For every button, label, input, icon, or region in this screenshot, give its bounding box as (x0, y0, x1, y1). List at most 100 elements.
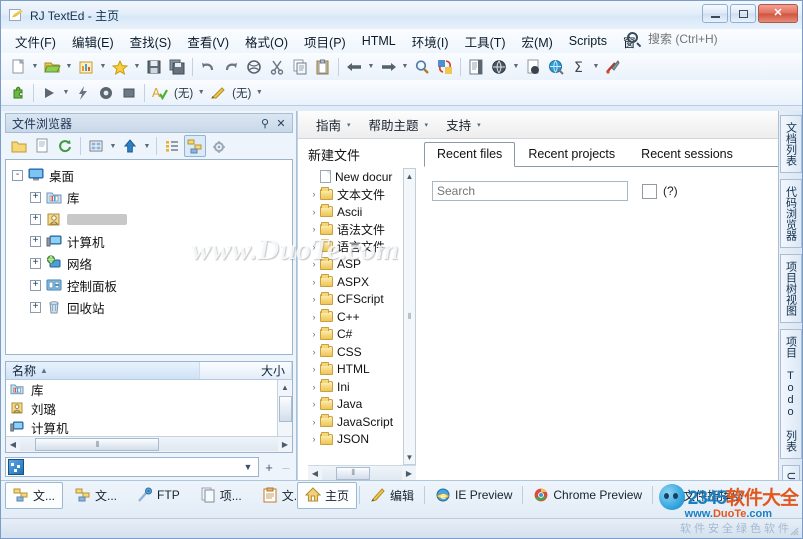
tree-node-recycle-bin[interactable]: + 回收站 (6, 296, 292, 318)
expand-arrow-icon[interactable]: › (308, 294, 320, 304)
web-preview-dropdown-icon[interactable]: ▼ (511, 56, 521, 78)
scroll-right-icon[interactable]: ▶ (278, 440, 292, 449)
add-path-button[interactable]: + (262, 460, 276, 475)
column-header-name[interactable]: 名称 ▲ (6, 362, 200, 379)
file-list-rows[interactable]: 库 刘璐 计算机 (6, 380, 277, 436)
cut-button[interactable] (266, 56, 288, 78)
expand-arrow-icon[interactable]: › (308, 364, 320, 374)
list-item[interactable]: › Ascii (308, 203, 403, 221)
expand-arrow-icon[interactable]: › (308, 329, 320, 339)
support-menu[interactable]: 支持 ▾ (438, 112, 489, 137)
scroll-left-icon[interactable]: ◀ (6, 440, 20, 449)
list-item[interactable]: › CSS (308, 343, 403, 361)
new-file-list[interactable]: New docur › 文本文件 › Ascii › 语法文件 › 语言文件 › ASP … (308, 168, 403, 465)
spellcheck-dropdown-icon[interactable]: ▼ (196, 82, 206, 104)
list-item[interactable]: › Ini (308, 378, 403, 396)
stop-macro-button[interactable] (118, 82, 140, 104)
new-page-button[interactable] (31, 135, 53, 157)
tab-recent-files[interactable]: Recent files (424, 142, 516, 167)
bottom-tab-chrome-preview[interactable]: Chrome Preview (525, 482, 650, 508)
tree-node-library[interactable]: + 库 (6, 186, 292, 208)
find-button[interactable] (411, 56, 433, 78)
highlighter-button[interactable] (207, 82, 229, 104)
close-button[interactable]: ✕ (758, 4, 798, 23)
resize-grip-icon[interactable] (787, 524, 799, 536)
column-header-size[interactable]: 大小 (200, 362, 292, 379)
run-dropdown-icon[interactable]: ▼ (61, 82, 71, 104)
expand-arrow-icon[interactable]: › (308, 242, 320, 252)
bottom-tab-file-browser-2[interactable]: 文... (67, 482, 125, 509)
list-item[interactable]: › C++ (308, 308, 403, 326)
menu-html[interactable]: HTML (354, 31, 404, 51)
view-grid-dropdown-icon[interactable]: ▼ (108, 135, 118, 157)
list-item[interactable]: › ASPX (308, 273, 403, 291)
save-all-button[interactable] (166, 56, 188, 78)
expand-arrow-icon[interactable]: › (308, 382, 320, 392)
list-item[interactable]: › Java (308, 396, 403, 414)
list-item[interactable]: 刘璐 (6, 399, 277, 418)
gear-icon-button[interactable] (207, 135, 229, 157)
reload-button[interactable] (243, 56, 265, 78)
new-file-dropdown-icon[interactable]: ▼ (30, 56, 40, 78)
scroll-thumb[interactable]: ⦀ (408, 183, 412, 450)
new-file-button[interactable] (7, 56, 29, 78)
paste-button[interactable] (312, 56, 334, 78)
expand-arrow-icon[interactable]: › (308, 417, 320, 427)
tab-recent-projects[interactable]: Recent projects (515, 142, 628, 166)
menu-environment[interactable]: 环境(I) (404, 29, 457, 54)
favorites-button[interactable] (109, 56, 131, 78)
bottom-tab-edit[interactable]: 编辑 (362, 482, 422, 509)
expander-icon[interactable]: + (30, 279, 41, 291)
open-file-dropdown-icon[interactable]: ▼ (64, 56, 74, 78)
back-button[interactable] (343, 56, 365, 78)
expander-icon[interactable]: + (30, 235, 41, 247)
scroll-thumb[interactable]: ⦀ (336, 466, 370, 480)
file-list-vertical-scrollbar[interactable]: ▲ (277, 380, 292, 436)
list-item[interactable]: › 语法文件 (308, 221, 403, 239)
recent-search-input[interactable] (432, 181, 628, 201)
scroll-down-icon[interactable]: ▼ (406, 450, 414, 464)
up-level-dropdown-icon[interactable]: ▼ (142, 135, 152, 157)
up-level-button[interactable] (119, 135, 141, 157)
browser-button[interactable] (545, 56, 567, 78)
list-item[interactable]: New docur (308, 168, 403, 186)
run-button[interactable] (38, 82, 60, 104)
plugin-puzzle-button[interactable] (7, 82, 29, 104)
scroll-thumb[interactable]: ⦀ (35, 438, 160, 451)
page-preview-button[interactable] (522, 56, 544, 78)
file-list-horizontal-scrollbar[interactable]: ◀ ⦀ ▶ (6, 436, 292, 452)
forward-button[interactable] (377, 56, 399, 78)
open-project-button[interactable] (75, 56, 97, 78)
expand-arrow-icon[interactable]: › (308, 312, 320, 322)
compile-lightning-button[interactable] (72, 82, 94, 104)
record-macro-button[interactable] (95, 82, 117, 104)
tree-view-button[interactable] (184, 135, 206, 157)
menu-search[interactable]: 查找(S) (122, 29, 180, 54)
list-item[interactable]: 库 (6, 380, 277, 399)
scroll-right-icon[interactable]: ▶ (402, 469, 416, 478)
guide-menu[interactable]: 指南 ▾ (308, 112, 359, 137)
bottom-tab-project[interactable]: 项... (192, 482, 250, 509)
menu-format[interactable]: 格式(O) (237, 29, 296, 54)
forward-dropdown-icon[interactable]: ▼ (400, 56, 410, 78)
spellcheck-button[interactable]: A (149, 82, 171, 104)
folder-tree[interactable]: - 桌面 + 库 + + 计算机 + 网络 + 控制面板 + 回收站 (5, 159, 293, 355)
sum-button[interactable]: Σ (568, 56, 590, 78)
vtab-code-explorer[interactable]: 代码浏览器 (779, 179, 802, 248)
scroll-track[interactable]: ⦀ (20, 438, 278, 451)
maximize-button[interactable] (730, 4, 756, 23)
menu-view[interactable]: 查看(V) (179, 29, 237, 54)
expander-icon[interactable]: + (30, 213, 41, 225)
expand-arrow-icon[interactable]: › (308, 259, 320, 269)
save-button[interactable] (143, 56, 165, 78)
new-file-horizontal-scrollbar[interactable]: ◀ ⦀ ▶ (308, 465, 416, 480)
expand-arrow-icon[interactable]: › (308, 207, 320, 217)
chevron-down-icon[interactable]: ▼ (238, 462, 258, 472)
path-combobox[interactable]: ▼ (5, 457, 259, 477)
vtab-document-list[interactable]: 文档列表 (779, 115, 802, 173)
expander-icon[interactable]: + (30, 191, 41, 203)
vtab-project-todo[interactable]: 项目 Todo 列表 (779, 329, 802, 459)
tree-node-user[interactable]: + (6, 208, 292, 230)
list-item[interactable]: › 语言文件 (308, 238, 403, 256)
back-dropdown-icon[interactable]: ▼ (366, 56, 376, 78)
